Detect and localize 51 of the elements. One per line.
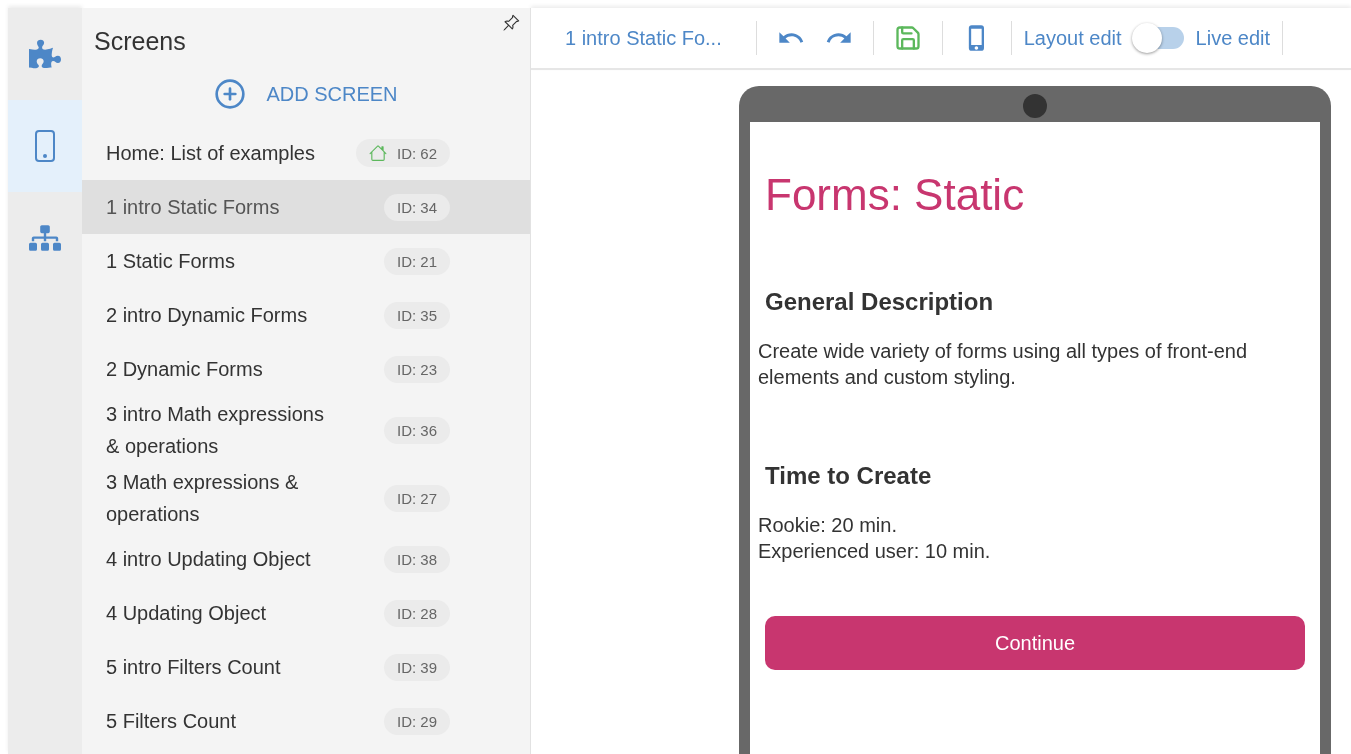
- screen-list-item[interactable]: 4 intro Updating Object ID: 38: [82, 532, 530, 586]
- screen-name: 5 intro Filters Count: [105, 655, 282, 680]
- camera-dot: [1023, 94, 1047, 118]
- id-text: ID: 23: [396, 360, 437, 378]
- panel-title: Screens: [94, 27, 186, 56]
- screen-name: Home: List of examples: [105, 141, 316, 166]
- pin-icon[interactable]: [502, 14, 520, 32]
- id-text: ID: 28: [396, 604, 437, 622]
- live-edit-label: Live edit: [1194, 26, 1272, 50]
- screen-list-item[interactable]: 5 intro Filters Count ID: 39: [82, 640, 530, 694]
- screen-name: 4 intro Updating Object: [105, 547, 312, 572]
- screen-name: 3 Math expressions & operations: [105, 470, 300, 527]
- screen-name: 5 Filters Count: [105, 709, 238, 734]
- screen-list-item[interactable]: 4 Updating Object ID: 28: [82, 586, 530, 640]
- body-text: Experienced user: 10 min.: [758, 539, 992, 564]
- id-text: ID: 36: [396, 421, 437, 439]
- save-icon: [893, 24, 922, 52]
- screen-list-item[interactable]: 3 intro Math expressions & operations ID: 36: [82, 396, 530, 464]
- id-text: ID: 34: [396, 198, 437, 216]
- screen-list-item[interactable]: 3 Math expressions & operations ID: 27: [82, 464, 530, 532]
- screen-name: 4 Updating Object: [105, 601, 268, 626]
- id-text: ID: 29: [396, 712, 437, 730]
- puzzle-icon: [29, 38, 61, 70]
- screen-list-item[interactable]: 2 intro Dynamic Forms ID: 35: [82, 288, 530, 342]
- continue-button[interactable]: Continue: [765, 616, 1305, 670]
- screen-name: 1 intro Static Forms: [105, 195, 281, 220]
- section-heading: Time to Create: [764, 461, 933, 491]
- screen-list-item[interactable]: 1 Static Forms ID: 21: [82, 234, 530, 288]
- id-text: ID: 62: [396, 144, 437, 162]
- home-icon: [368, 144, 387, 162]
- screen-name: 2 Dynamic Forms: [105, 357, 264, 382]
- screen-name: 3 intro Math expressions & operations: [105, 402, 325, 459]
- section-heading: General Description: [764, 287, 995, 317]
- id-text: ID: 35: [396, 306, 437, 324]
- id-text: ID: 21: [396, 252, 437, 270]
- layout-edit-label: Layout edit: [1022, 26, 1123, 50]
- sitemap-icon: [29, 222, 61, 254]
- screen-list-item[interactable]: 5 Filters Count ID: 29: [82, 694, 530, 748]
- id-text: ID: 39: [396, 658, 437, 676]
- screen-list-item[interactable]: 2 Dynamic Forms ID: 23: [82, 342, 530, 396]
- screen-list-item[interactable]: Home: List of examples ID: 62: [82, 126, 530, 180]
- screen-title-link[interactable]: 1 intro Static Fo...: [531, 26, 756, 50]
- screen-list-item[interactable]: 1 intro Static Forms ID: 34: [82, 180, 530, 234]
- id-text: ID: 27: [396, 489, 437, 507]
- screen-name: 2 intro Dynamic Forms: [105, 303, 309, 328]
- plus-circle-icon: [214, 78, 247, 110]
- page-title: Forms: Static: [764, 169, 1026, 220]
- body-text: Rookie: 20 min.: [758, 513, 898, 538]
- id-text: ID: 38: [396, 550, 437, 568]
- body-text: Create wide variety of forms using all types of front-end elements and custom styling.: [758, 339, 1249, 390]
- screen-name: 1 Static Forms: [105, 249, 236, 274]
